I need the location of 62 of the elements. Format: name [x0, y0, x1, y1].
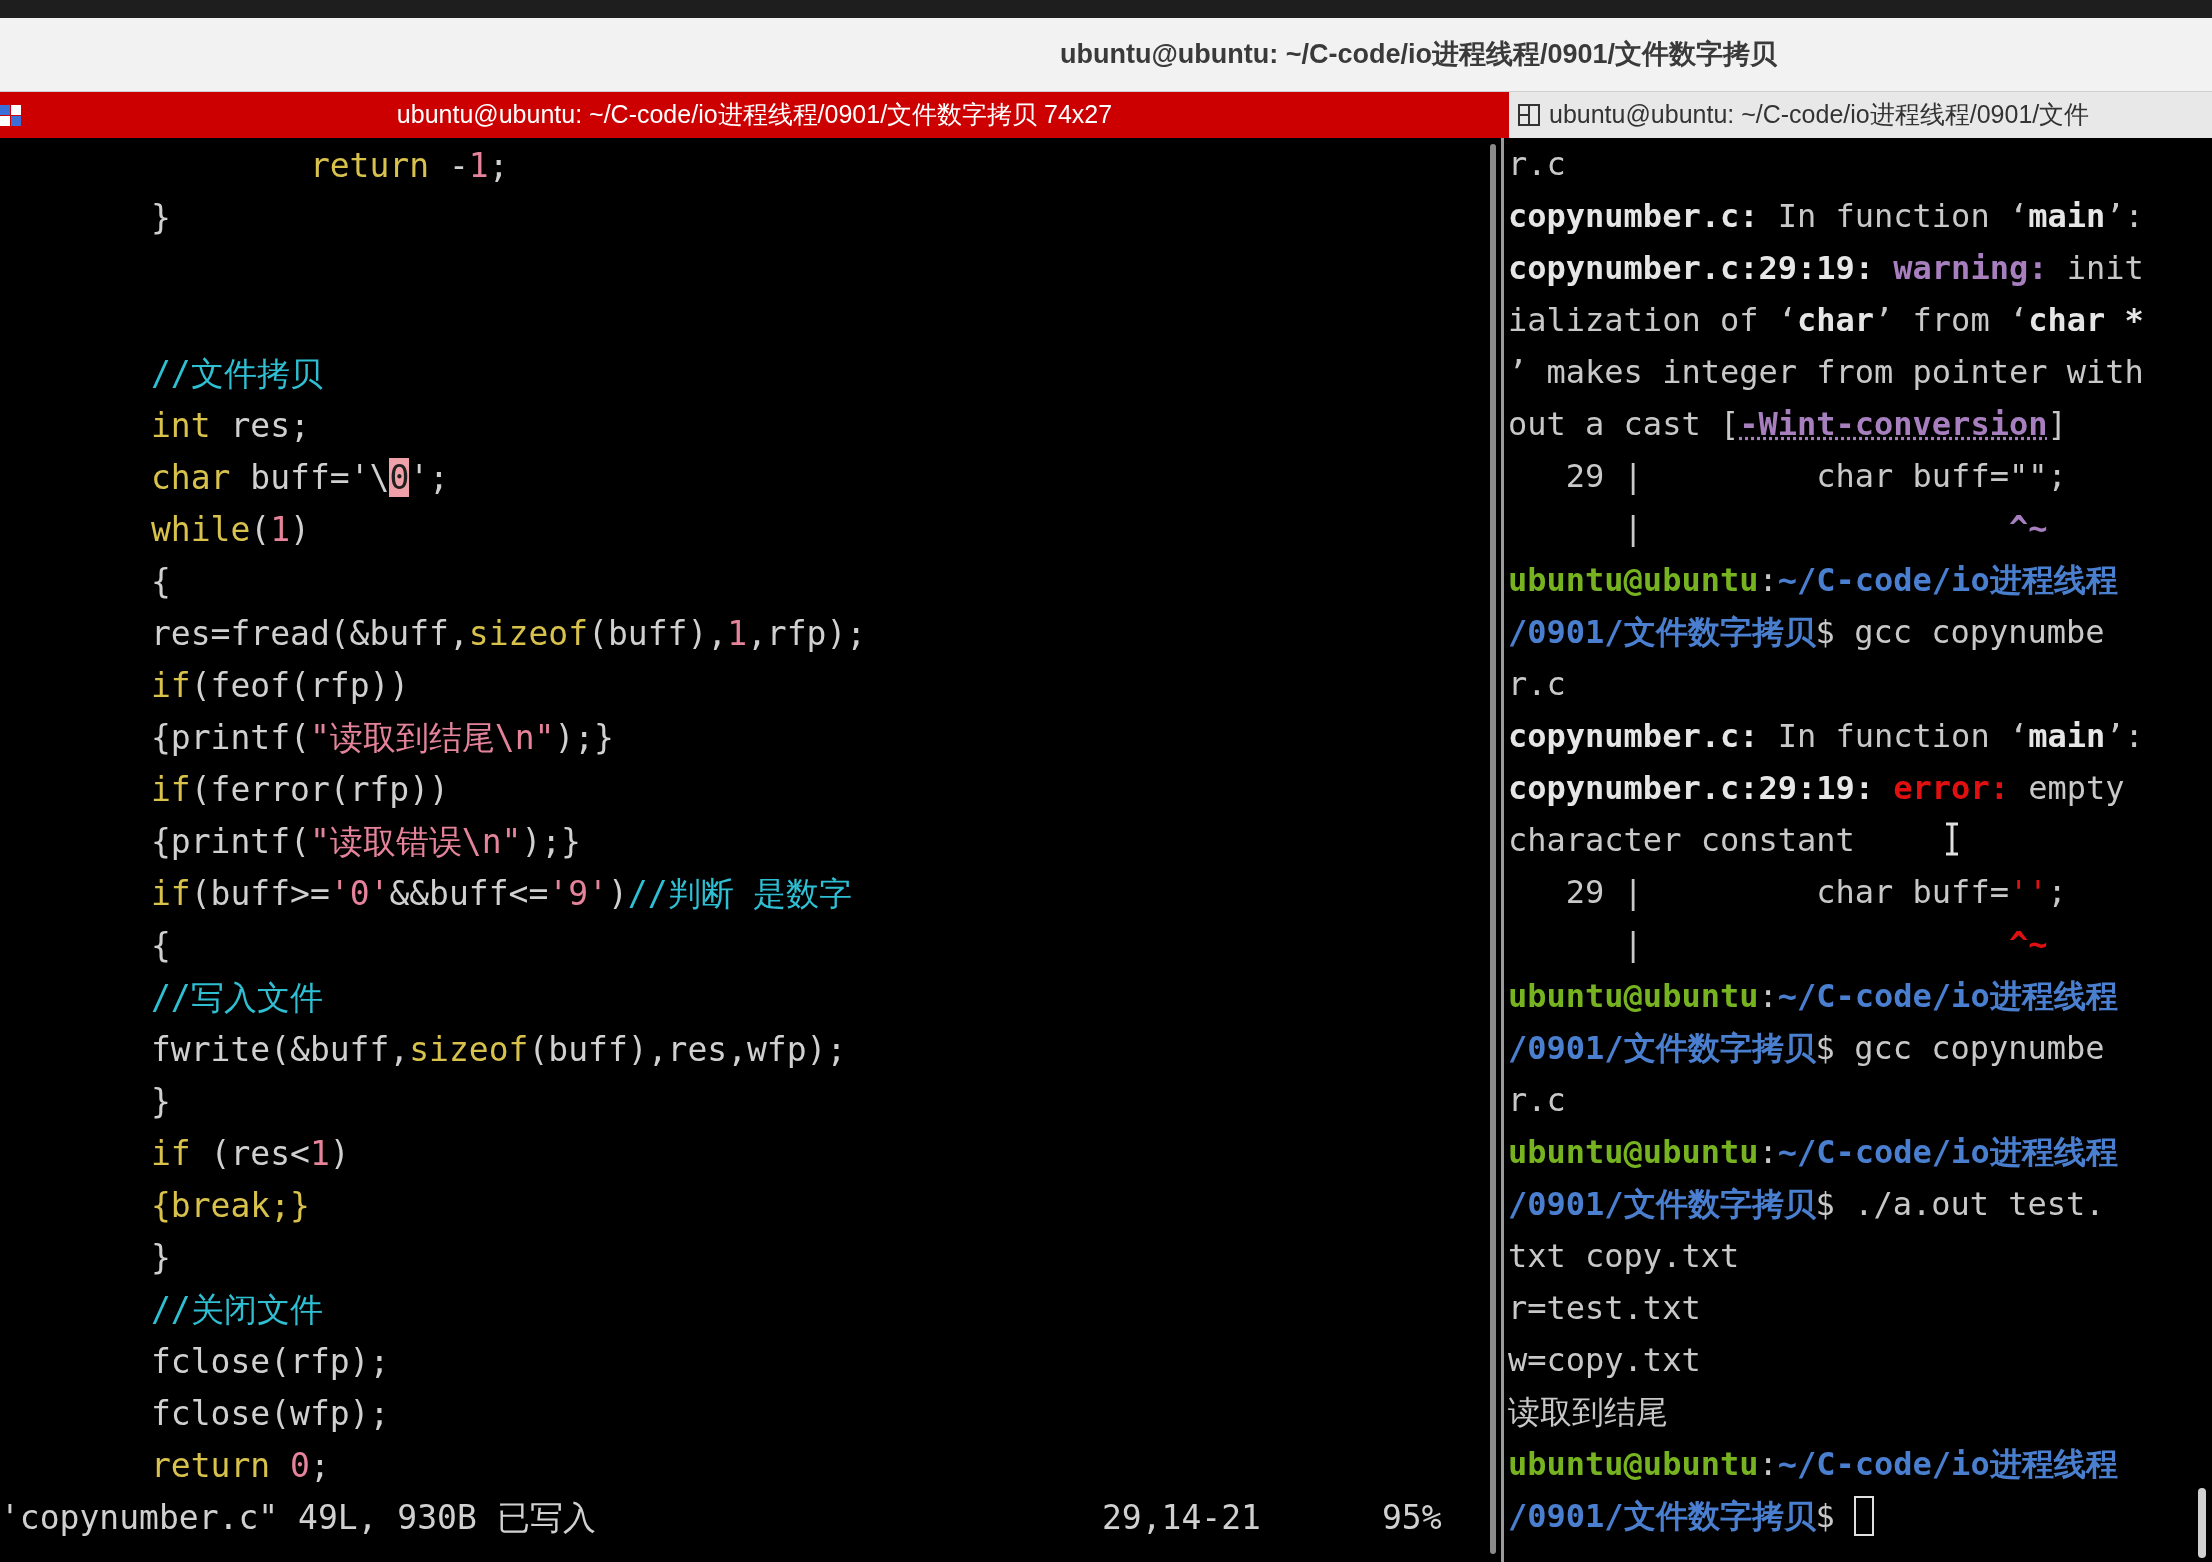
terminal-line: r=test.txt — [1508, 1288, 1701, 1329]
terminal-line: /0901/文件数字拷贝$ — [1508, 1490, 1875, 1542]
terminal-line: out a cast [-Wint-conversion] — [1508, 404, 2067, 445]
code-line: } — [149, 197, 171, 239]
terminal-line: ialization of ‘char’ from ‘char * — [1508, 300, 2144, 341]
terminal-line: w=copy.txt — [1508, 1340, 1701, 1381]
terminal-line: /0901/文件数字拷贝$ ./a.out test. — [1508, 1184, 2105, 1225]
code-line: int res; — [149, 405, 310, 447]
terminal-line: | ^~ — [1622, 924, 2048, 965]
terminal-line: ubuntu@ubuntu:~/C-code/io进程线程 — [1508, 560, 2118, 601]
terminal-icon — [0, 105, 22, 127]
terminal-line: 29 | char buff=''; — [1564, 872, 2067, 913]
terminal-tab[interactable]: ubuntu@ubuntu: ~/C-code/io进程线程/0901/文件数字拷贝 74x27 — [0, 92, 1509, 138]
scrollbar[interactable] — [2198, 1488, 2206, 1558]
code-line: //关闭文件 — [149, 1289, 323, 1331]
code-line: //写入文件 — [149, 977, 323, 1019]
code-line: //文件拷贝 — [149, 353, 323, 395]
code-line: fclose(rfp); — [149, 1341, 390, 1383]
text-cursor-icon — [1944, 822, 1960, 856]
code-line: } — [149, 1081, 171, 1123]
split-icon — [1517, 103, 1541, 127]
terminal-line: /0901/文件数字拷贝$ gcc copynumbe — [1508, 1028, 2105, 1069]
cursor-position: 29,14-21 — [1102, 1497, 1262, 1539]
terminal-line: /0901/文件数字拷贝$ gcc copynumbe — [1508, 612, 2105, 653]
terminal-line: | ^~ — [1622, 508, 2048, 549]
terminal-line: r.c — [1508, 144, 1566, 185]
terminal-line: copynumber.c:29:19: error: empty — [1508, 768, 2125, 809]
window-title: ubuntu@ubuntu: ~/C-code/io进程线程/0901/文件数字拷贝 — [1060, 38, 1778, 72]
code-line: return 0; — [149, 1445, 330, 1487]
status-message: 'copynumber.c" 49L, 930B 已写入 — [0, 1497, 597, 1539]
code-line: fwrite(&buff,sizeof(buff),res,wfp); — [149, 1029, 847, 1071]
terminal-line: ubuntu@ubuntu:~/C-code/io进程线程 — [1508, 1444, 2118, 1485]
terminal-line: character constant — [1508, 820, 1855, 861]
code-line: if(ferror(rfp)) — [149, 769, 449, 811]
code-line: char buff='\0'; — [149, 457, 449, 499]
terminal-line: r.c — [1508, 664, 1566, 705]
terminal-tab[interactable]: ubuntu@ubuntu: ~/C-code/io进程线程/0901/文件 — [1509, 92, 2212, 138]
code-line: { — [149, 925, 171, 967]
terminal-line: copynumber.c:29:19: warning: init — [1508, 248, 2144, 289]
code-line: while(1) — [149, 509, 310, 551]
terminal-line: copynumber.c: In function ‘main’: — [1508, 716, 2144, 757]
code-line: if(buff>='0'&&buff<='9')//判断 是数字 — [149, 873, 853, 915]
terminal-line: 29 | char buff=""; — [1564, 456, 2067, 497]
code-line: res=fread(&buff,sizeof(buff),1,rfp); — [149, 613, 867, 655]
code-line: {printf("读取到结尾\n");} — [149, 717, 614, 759]
scroll-percent: 95% — [1382, 1497, 1442, 1539]
code-line: {printf("读取错误\n");} — [149, 821, 581, 863]
terminal-line: ubuntu@ubuntu:~/C-code/io进程线程 — [1508, 976, 2118, 1017]
terminal-line: txt copy.txt — [1508, 1236, 1740, 1277]
code-line: fclose(wfp); — [149, 1393, 390, 1435]
scrollbar[interactable] — [1489, 144, 1496, 1554]
terminal-line: r.c — [1508, 1080, 1566, 1121]
terminal-line: ubuntu@ubuntu:~/C-code/io进程线程 — [1508, 1132, 2118, 1173]
code-line: { — [149, 561, 171, 603]
terminal-line: copynumber.c: In function ‘main’: — [1508, 196, 2144, 237]
code-line: return -1; — [308, 145, 509, 187]
terminal-line: ’ makes integer from pointer with — [1508, 352, 2144, 393]
code-line: if (res<1) — [149, 1133, 350, 1175]
terminal-line: 读取到结尾 — [1508, 1392, 1668, 1433]
code-line: {break;} — [149, 1185, 310, 1227]
code-line: if(feof(rfp)) — [149, 665, 410, 707]
code-line: } — [149, 1237, 171, 1279]
